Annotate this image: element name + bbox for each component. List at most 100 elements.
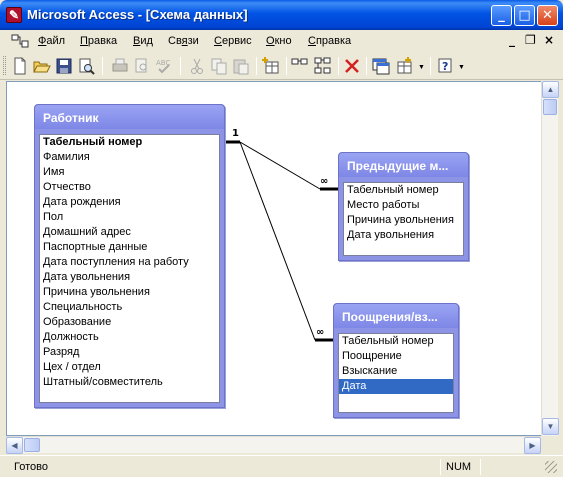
field-list[interactable]: Табельный номер Поощрение Взыскание Дата [338,333,454,413]
field-item[interactable]: Причина увольнения [40,285,219,300]
field-item[interactable]: Причина увольнения [344,213,463,228]
mdi-restore-button[interactable]: ❐ [525,33,536,47]
menu-bar: Файл Правка Вид Связи Сервис Окно Справк… [0,30,563,52]
title-bar[interactable]: ✎ Microsoft Access - [Схема данных] _ □ … [0,0,563,30]
toolbar-separator [180,57,181,75]
relationship-many-label: ∞ [316,327,325,338]
toolbar-separator [430,57,431,75]
spelling-icon[interactable]: ABC [154,56,174,76]
relationship-many-label: ∞ [320,176,329,187]
table-title[interactable]: Поощрения/вз... [334,304,458,328]
close-button[interactable]: ✕ [537,5,558,26]
field-item[interactable]: Дата увольнения [40,270,219,285]
mdi-close-button[interactable]: × [544,33,554,47]
menu-file[interactable]: Файл [38,35,65,47]
scroll-left-button[interactable]: ◀ [6,437,23,454]
toolbar-separator [286,57,287,75]
field-item[interactable]: Пол [40,210,219,225]
toolbar-separator [338,57,339,75]
field-item[interactable]: Специальность [40,300,219,315]
horizontal-scrollbar[interactable]: ◀ ▶ [6,436,542,454]
new-object-icon[interactable] [395,56,415,76]
field-item[interactable]: Дата рождения [40,195,219,210]
toolbar-separator [366,57,367,75]
menu-help[interactable]: Справка [308,35,351,47]
vertical-scrollbar[interactable]: ▲ ▼ [541,81,559,436]
table-title[interactable]: Предыдущие м... [339,153,468,177]
field-item[interactable]: Паспортные данные [40,240,219,255]
field-item-selected[interactable]: Дата [339,379,453,394]
field-item[interactable]: Образование [40,315,219,330]
scroll-right-button[interactable]: ▶ [524,437,541,454]
toolbar-grip[interactable] [3,56,6,75]
database-window-icon[interactable] [371,56,391,76]
help-icon[interactable]: ? [436,56,456,76]
paste-icon[interactable] [231,56,251,76]
field-list[interactable]: Табельный номер Фамилия Имя Отчество Дат… [39,134,220,403]
scroll-down-button[interactable]: ▼ [542,418,559,435]
num-lock-indicator: NUM [446,461,472,473]
show-table-icon[interactable] [262,56,282,76]
status-text: Готово [14,461,48,473]
new-object-dropdown-icon[interactable]: ▼ [418,64,425,71]
field-item[interactable]: Фамилия [40,150,219,165]
field-item[interactable]: Поощрение [339,349,453,364]
field-item[interactable]: Разряд [40,345,219,360]
field-item[interactable]: Табельный номер [344,183,463,198]
svg-text:?: ? [442,60,448,73]
field-item[interactable]: Штатный/совместитель [40,375,219,390]
delete-icon[interactable] [342,56,362,76]
print-icon[interactable] [110,56,130,76]
relationship-one-label: 1 [232,128,239,139]
toolbar-separator [256,57,257,75]
relationship-line-rewards[interactable] [239,141,334,342]
copy-icon[interactable] [209,56,229,76]
field-item[interactable]: Отчество [40,180,219,195]
field-item[interactable]: Дата увольнения [344,228,463,243]
access-icon[interactable]: ✎ [6,7,22,23]
menu-relationships[interactable]: Связи [168,35,199,47]
menu-view[interactable]: Вид [133,35,153,47]
field-item[interactable]: Цех / отдел [40,360,219,375]
help-dropdown-icon[interactable]: ▼ [458,64,465,71]
table-title[interactable]: Работник [35,105,224,129]
field-item[interactable]: Домашний адрес [40,225,219,240]
table-previous-jobs[interactable]: Предыдущие м... Табельный номер Место ра… [338,152,469,261]
field-item[interactable]: Место работы [344,198,463,213]
access-window: ✎ Microsoft Access - [Схема данных] _ □ … [0,0,563,477]
mdi-minimize-button[interactable]: _ [509,33,515,47]
print-preview-icon[interactable] [76,56,96,76]
relationships-doc-icon[interactable] [11,33,29,49]
toolbar-separator [102,57,103,75]
vertical-scroll-thumb[interactable] [543,99,557,115]
field-list[interactable]: Табельный номер Место работы Причина уво… [343,182,464,256]
status-bar: Готово NUM [0,455,563,477]
open-icon[interactable] [32,56,52,76]
save-icon[interactable] [54,56,74,76]
menu-window[interactable]: Окно [266,35,292,47]
show-direct-icon[interactable] [290,56,310,76]
maximize-button[interactable]: □ [514,5,535,26]
field-item[interactable]: Табельный номер [339,334,453,349]
horizontal-scroll-thumb[interactable] [24,438,40,452]
field-item[interactable]: Взыскание [339,364,453,379]
scroll-up-button[interactable]: ▲ [542,81,559,98]
field-item[interactable]: Дата поступления на работу [40,255,219,270]
field-item[interactable]: Должность [40,330,219,345]
menu-edit[interactable]: Правка [80,35,117,47]
menu-tools[interactable]: Сервис [214,35,252,47]
resize-grip[interactable] [545,461,557,473]
preview-icon[interactable] [132,56,152,76]
field-item[interactable]: Табельный номер [40,135,219,150]
table-rewards[interactable]: Поощрения/вз... Табельный номер Поощрени… [333,303,459,418]
minimize-button[interactable]: _ [491,5,512,26]
relationships-canvas[interactable]: 1 ∞ ∞ Работник Табельный номер Фамилия И… [6,81,542,436]
new-icon[interactable] [10,56,30,76]
status-separator [440,459,441,475]
scrollbar-corner [541,436,558,453]
window-title: Microsoft Access - [Схема данных] [27,7,248,22]
show-all-icon[interactable] [313,56,333,76]
cut-icon[interactable] [187,56,207,76]
table-employee[interactable]: Работник Табельный номер Фамилия Имя Отч… [34,104,225,408]
field-item[interactable]: Имя [40,165,219,180]
